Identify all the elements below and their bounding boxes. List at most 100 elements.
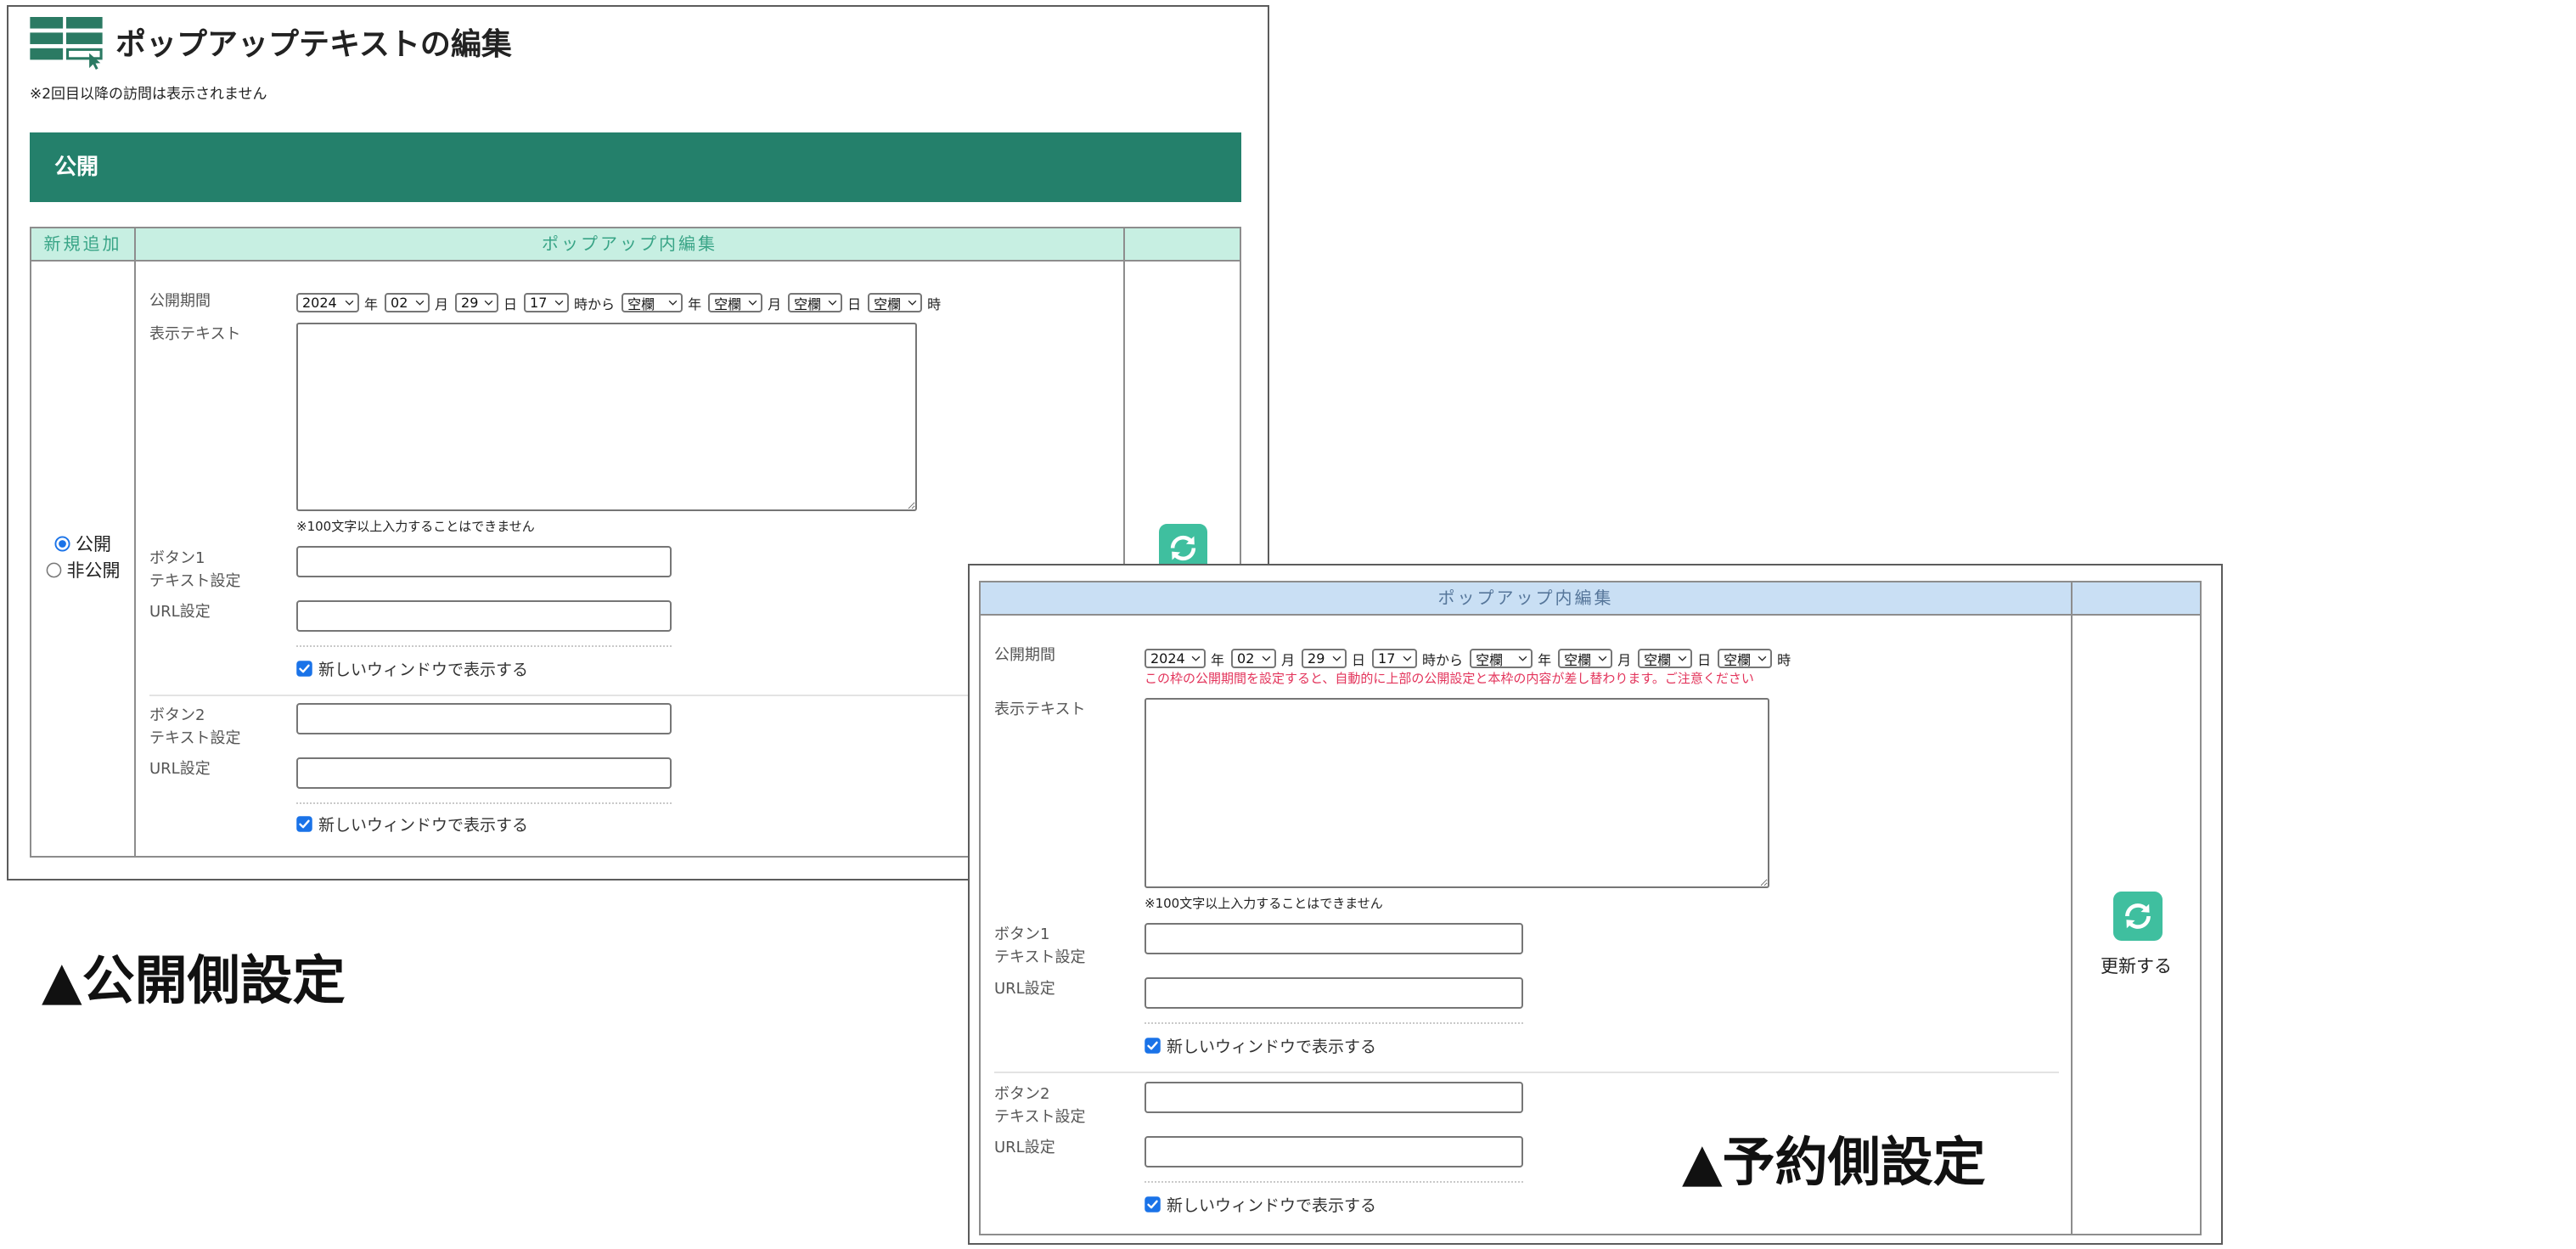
column-header-add-new: 新規追加 (31, 228, 136, 262)
button2-new-window-label: 新しいウィンドウで表示する (1167, 1196, 1377, 1215)
button1-url-label: URL設定 (994, 980, 1055, 998)
button1-text-label: テキスト設定 (994, 948, 1086, 966)
refresh-icon[interactable] (2113, 892, 2163, 941)
display-text-label: 表示テキスト (994, 700, 1086, 718)
period-warning: この枠の公開期間を設定すると、自動的に上部の公開設定と本枠の内容が差し替わります… (1145, 671, 1754, 686)
year-unit: 年 (364, 295, 379, 312)
day-unit: 日 (847, 295, 862, 312)
month-unit: 月 (435, 295, 449, 312)
button1-url-input[interactable] (296, 600, 672, 632)
chevron-down-icon (1332, 655, 1341, 661)
button2-new-window-checkbox[interactable] (1145, 1196, 1161, 1212)
start-day-value: 29 (1308, 650, 1325, 667)
end-day-select[interactable]: 空欄 (788, 293, 843, 312)
start-month-select[interactable]: 02 (385, 293, 430, 312)
chevron-down-icon (484, 300, 493, 306)
button1-url-label: URL設定 (149, 603, 211, 621)
end-year-select[interactable]: 空欄 (1470, 649, 1533, 668)
end-year-select[interactable]: 空欄 (622, 293, 683, 312)
end-month-select[interactable]: 空欄 (1558, 649, 1613, 668)
end-hour-value: 空欄 (1724, 651, 1752, 668)
start-day-select[interactable]: 29 (455, 293, 499, 312)
button1-text-input[interactable] (296, 546, 672, 577)
annotation-public-side: ▲公開側設定 (42, 949, 346, 1011)
day-unit: 日 (1352, 651, 1366, 668)
button2-url-label: URL設定 (994, 1139, 1055, 1156)
button1-label: ボタン1 テキスト設定 (994, 923, 1085, 969)
end-month-select[interactable]: 空欄 (708, 293, 763, 312)
button1-new-window-label: 新しいウィンドウで表示する (1167, 1037, 1377, 1056)
end-month-value: 空欄 (1564, 651, 1592, 668)
start-day-select[interactable]: 29 (1302, 649, 1347, 668)
display-text-limit-note: ※100文字以上入力することはできません (1145, 896, 1383, 911)
day-unit: 日 (503, 295, 518, 312)
chevron-down-icon (668, 300, 678, 306)
button1-url-input[interactable] (1145, 977, 1523, 1009)
year-unit: 年 (1538, 651, 1552, 668)
button2-text-input[interactable] (296, 703, 672, 734)
button1-new-window-checkbox[interactable] (1145, 1037, 1161, 1054)
display-text-limit-note: ※100文字以上入力することはできません (296, 519, 535, 534)
annotation-reserved-side: ▲予約側設定 (1682, 1131, 1986, 1193)
display-text-textarea[interactable] (1145, 698, 1769, 888)
button2-new-window-option[interactable]: 新しいウィンドウで表示する (1145, 1194, 1377, 1215)
action-cell: 更新する (2073, 616, 2200, 1234)
end-hour-select[interactable]: 空欄 (868, 293, 923, 312)
start-hour-select[interactable]: 17 (1372, 649, 1418, 668)
button2-text-input[interactable] (1145, 1082, 1523, 1113)
button2-label: ボタン2 テキスト設定 (149, 704, 240, 750)
button2-url-input[interactable] (296, 757, 672, 789)
button2-label: ボタン2 テキスト設定 (994, 1083, 1085, 1128)
button2-text-label: テキスト設定 (149, 729, 241, 747)
visibility-option-private[interactable]: 非公開 (31, 558, 134, 584)
end-day-select[interactable]: 空欄 (1638, 649, 1693, 668)
start-year-select[interactable]: 2024 (296, 293, 359, 312)
button2-title: ボタン2 (149, 706, 205, 724)
year-unit: 年 (688, 295, 702, 312)
column-header-action (1125, 228, 1240, 262)
end-month-value: 空欄 (714, 295, 742, 312)
dotted-separator (296, 645, 672, 647)
period-selects: 2024 年 02 月 29 日 17 時から 空欄 年 空欄 月 空欄 日 空… (296, 292, 941, 313)
update-button-label[interactable]: 更新する (2073, 956, 2200, 976)
button1-new-window-option[interactable]: 新しいウィンドウで表示する (1145, 1035, 1377, 1056)
button1-new-window-checkbox[interactable] (296, 660, 312, 677)
start-hour-value: 17 (530, 295, 548, 311)
year-unit: 年 (1211, 651, 1225, 668)
chevron-down-icon (1262, 655, 1271, 661)
end-hour-value: 空欄 (874, 295, 902, 312)
page-note: ※2回目以降の訪問は表示されません (30, 86, 267, 103)
button2-new-window-label: 新しいウィンドウで表示する (318, 815, 529, 835)
month-unit: 月 (1617, 651, 1632, 668)
visibility-option-public[interactable]: 公開 (31, 532, 134, 558)
column-header-action (2073, 582, 2200, 616)
button1-new-window-option[interactable]: 新しいウィンドウで表示する (296, 658, 528, 679)
visibility-cell: 公開 非公開 (31, 262, 136, 856)
button1-text-input[interactable] (1145, 923, 1523, 954)
dotted-separator (1145, 1181, 1523, 1183)
button2-url-label: URL設定 (149, 760, 211, 778)
reserved-popup-edit-table: ポップアップ内編集 公開期間 2024 年 02 月 29 日 17 時から 空… (979, 581, 2202, 1235)
radio-public[interactable] (54, 536, 70, 552)
divider (994, 1072, 2059, 1073)
button2-text-label: テキスト設定 (994, 1108, 1086, 1126)
radio-private[interactable] (46, 562, 62, 578)
display-text-textarea[interactable] (296, 323, 917, 511)
radio-public-label: 公開 (76, 534, 111, 554)
button2-new-window-checkbox[interactable] (296, 815, 312, 832)
button2-new-window-option[interactable]: 新しいウィンドウで表示する (296, 813, 529, 835)
end-day-value: 空欄 (794, 295, 822, 312)
button1-label: ボタン1 テキスト設定 (149, 547, 240, 593)
display-text-label: 表示テキスト (149, 325, 241, 343)
button1-title: ボタン1 (149, 549, 205, 567)
reserved-settings-panel: ポップアップ内編集 公開期間 2024 年 02 月 29 日 17 時から 空… (968, 564, 2223, 1245)
start-year-select[interactable]: 2024 (1145, 649, 1206, 668)
month-unit: 月 (768, 295, 782, 312)
end-year-value: 空欄 (627, 295, 655, 312)
button2-url-input[interactable] (1145, 1136, 1523, 1167)
end-hour-select[interactable]: 空欄 (1718, 649, 1773, 668)
start-month-select[interactable]: 02 (1231, 649, 1277, 668)
radio-private-label: 非公開 (66, 560, 121, 581)
start-hour-select[interactable]: 17 (524, 293, 570, 312)
start-month-value: 02 (1237, 650, 1255, 667)
